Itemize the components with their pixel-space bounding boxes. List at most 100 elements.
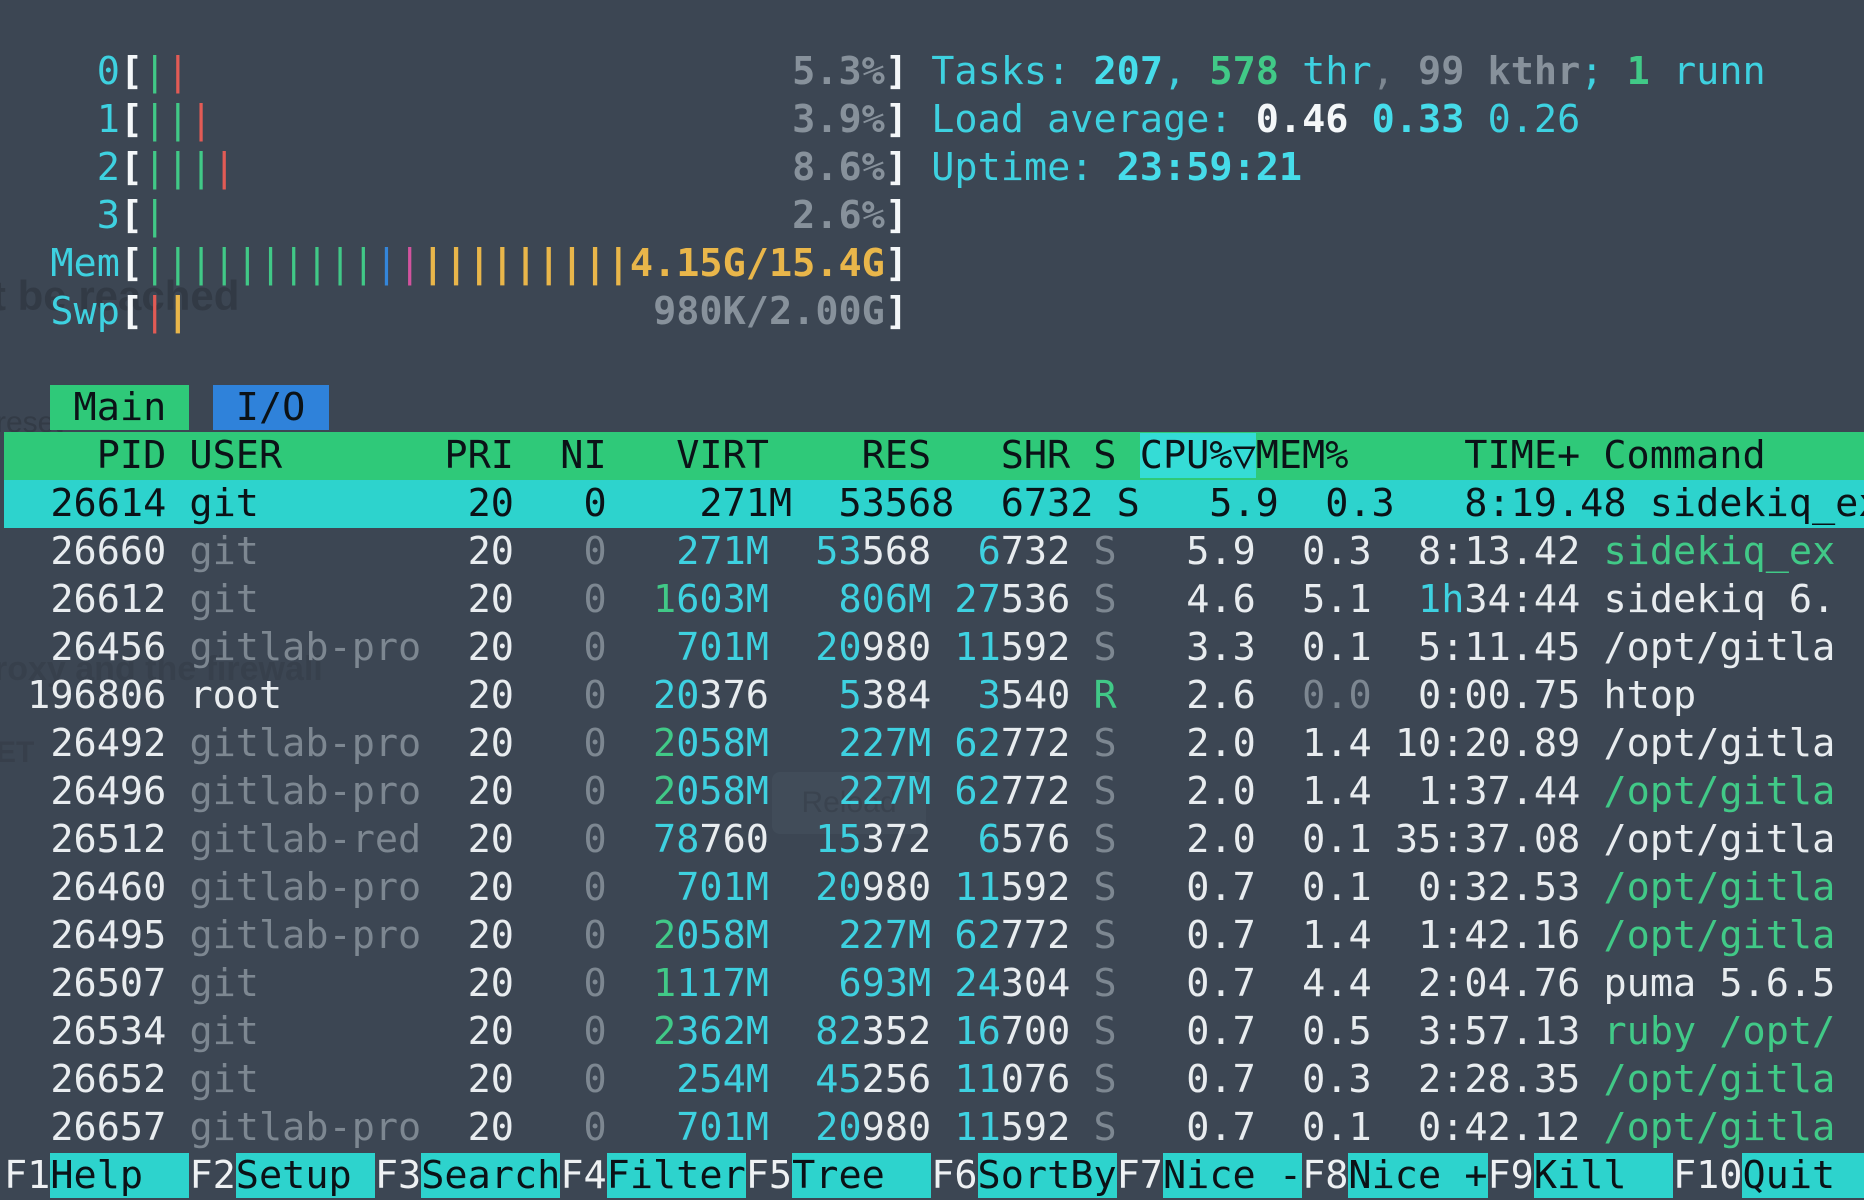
cell-segment xyxy=(1070,817,1093,862)
cell-segment: 1:42.16 xyxy=(1372,913,1581,958)
cell-segment: 20 xyxy=(421,1057,514,1102)
cell-segment xyxy=(1580,1057,1603,1102)
cell-segment xyxy=(607,913,653,958)
process-row[interactable]: 26534 git 20 0 2362M 82352 16700 S 0.7 0… xyxy=(4,1008,1864,1056)
process-row[interactable]: 26660 git 20 0 271M 53568 6732 S 5.9 0.3… xyxy=(4,528,1864,576)
table-header-text[interactable]: PID USER PRI NI VIRT RES SHR S xyxy=(4,433,1140,478)
cell-segment xyxy=(769,865,815,910)
fn-key-F9: F9 xyxy=(1488,1153,1534,1198)
cell-segment: 6 xyxy=(978,817,1001,862)
cell-segment xyxy=(1117,817,1140,862)
cell-segment xyxy=(769,769,839,814)
process-row[interactable]: 26492 gitlab-pro 20 0 2058M 227M 62772 S… xyxy=(4,720,1864,768)
cell-segment xyxy=(607,625,677,670)
cell-segment: 376 xyxy=(699,673,769,718)
process-row[interactable]: 26512 gitlab-red 20 0 78760 15372 6576 S… xyxy=(4,816,1864,864)
cell-segment xyxy=(1070,577,1093,622)
cell-segment: 16 xyxy=(954,1009,1000,1054)
cell-segment: /opt/gitla xyxy=(1603,1057,1835,1102)
cell-segment: 384 xyxy=(862,673,932,718)
process-row[interactable]: 196806 root 20 0 20376 5384 3540 R 2.6 0… xyxy=(4,672,1864,720)
swap-meter-bar: | xyxy=(143,289,166,334)
fn-button-sortby[interactable]: SortBy xyxy=(978,1153,1117,1198)
fn-button-search[interactable]: Search xyxy=(421,1153,560,1198)
cell-segment: /opt/gitla xyxy=(1603,913,1835,958)
fn-button-quit[interactable]: Quit xyxy=(1742,1153,1864,1198)
cell-segment xyxy=(1580,817,1603,862)
cell-segment xyxy=(931,1105,954,1150)
process-row[interactable]: 26507 git 20 0 1117M 693M 24304 S 0.7 4.… xyxy=(4,960,1864,1008)
table-header-text[interactable]: MEM% TIME+ Command xyxy=(1256,433,1864,478)
cpu-meter-2-bar: | xyxy=(143,145,166,190)
process-row-selected[interactable]: 26614 git 20 0 271M 53568 6732 S 5.9 0.3… xyxy=(4,480,1864,528)
cell-segment xyxy=(1580,1105,1603,1150)
cell-segment xyxy=(1117,961,1140,1006)
cell-segment: /opt/gitla xyxy=(1603,1105,1835,1150)
sort-column-cpu[interactable]: CPU%▽ xyxy=(1140,433,1256,478)
cpu-meter-0-value: 5.3% xyxy=(792,49,885,94)
cell-segment: 058M xyxy=(676,913,769,958)
meter-close-bracket: ] xyxy=(885,289,908,334)
fn-button-nice-[interactable]: Nice - xyxy=(1163,1153,1302,1198)
cell-segment: 2.6 xyxy=(1140,673,1256,718)
cell-segment: 26492 xyxy=(4,721,189,766)
meter-close-bracket: ] xyxy=(885,241,908,286)
cell-segment xyxy=(931,817,977,862)
cell-segment xyxy=(1070,865,1093,910)
tab-main[interactable]: Main xyxy=(50,385,189,430)
fn-button-setup[interactable]: Setup xyxy=(236,1153,375,1198)
cell-segment: git xyxy=(189,961,421,1006)
cell-segment: 26507 xyxy=(4,961,189,1006)
process-row[interactable]: 26496 gitlab-pro 20 0 2058M 227M 62772 S… xyxy=(4,768,1864,816)
fn-button-filter[interactable]: Filter xyxy=(607,1153,746,1198)
cell-segment: 26612 xyxy=(4,577,189,622)
cell-segment xyxy=(1580,913,1603,958)
cell-segment: 11 xyxy=(954,1057,1000,1102)
tab-io[interactable]: I/O xyxy=(213,385,329,430)
cell-segment: 2 xyxy=(653,1009,676,1054)
cell-segment xyxy=(1580,865,1603,910)
cell-segment: 592 xyxy=(1001,625,1071,670)
cell-segment: 20 xyxy=(421,529,514,574)
cell-segment: 20 xyxy=(421,769,514,814)
cell-segment: git xyxy=(189,529,421,574)
fn-button-help[interactable]: Help xyxy=(50,1153,189,1198)
cell-segment: 0:42.12 xyxy=(1372,1105,1581,1150)
fn-button-kill[interactable]: Kill xyxy=(1534,1153,1673,1198)
cell-segment: 592 xyxy=(1001,865,1071,910)
cell-segment xyxy=(769,529,815,574)
cell-segment: 0.7 xyxy=(1140,1009,1256,1054)
cell-segment xyxy=(931,721,954,766)
fn-button-tree[interactable]: Tree xyxy=(792,1153,931,1198)
cell-segment: 24 xyxy=(954,961,1000,1006)
process-row[interactable]: 26456 gitlab-pro 20 0 701M 20980 11592 S… xyxy=(4,624,1864,672)
cell-segment: 20 xyxy=(421,1105,514,1150)
process-row[interactable]: 26652 git 20 0 254M 45256 11076 S 0.7 0.… xyxy=(4,1056,1864,1104)
cell-segment: S xyxy=(1093,1105,1116,1150)
cell-segment: git xyxy=(189,1057,421,1102)
cell-segment: 3.3 xyxy=(1140,625,1256,670)
load_line: 0.33 xyxy=(1372,97,1488,142)
cell-segment: 26512 xyxy=(4,817,189,862)
cell-segment: 576 xyxy=(1001,817,1071,862)
cell-segment: 304 xyxy=(1001,961,1071,1006)
cell-segment: 4.6 xyxy=(1140,577,1256,622)
meter-close-bracket: ] xyxy=(885,97,908,142)
cell-segment: 20 xyxy=(815,625,861,670)
process-row[interactable]: 26657 gitlab-pro 20 0 701M 20980 11592 S… xyxy=(4,1104,1864,1152)
process-row[interactable]: 26460 gitlab-pro 20 0 701M 20980 11592 S… xyxy=(4,864,1864,912)
process-row[interactable]: 26495 gitlab-pro 20 0 2058M 227M 62772 S… xyxy=(4,912,1864,960)
cell-segment: /opt/gitla xyxy=(1603,769,1835,814)
table-header[interactable]: PID USER PRI NI VIRT RES SHR S CPU%▽MEM%… xyxy=(4,432,1864,480)
cell-segment xyxy=(1117,577,1140,622)
cell-segment: 5.9 xyxy=(1140,529,1256,574)
cell-segment xyxy=(1070,1057,1093,1102)
process-row[interactable]: 26612 git 20 0 1603M 806M 27536 S 4.6 5.… xyxy=(4,576,1864,624)
cell-segment: 1.4 xyxy=(1256,913,1372,958)
cell-segment: 62 xyxy=(954,769,1000,814)
cell-segment xyxy=(1117,769,1140,814)
cell-segment xyxy=(931,1057,954,1102)
meter-open-bracket: [ xyxy=(120,193,143,238)
cell-segment: 0 xyxy=(514,961,607,1006)
fn-button-nice-[interactable]: Nice + xyxy=(1348,1153,1487,1198)
